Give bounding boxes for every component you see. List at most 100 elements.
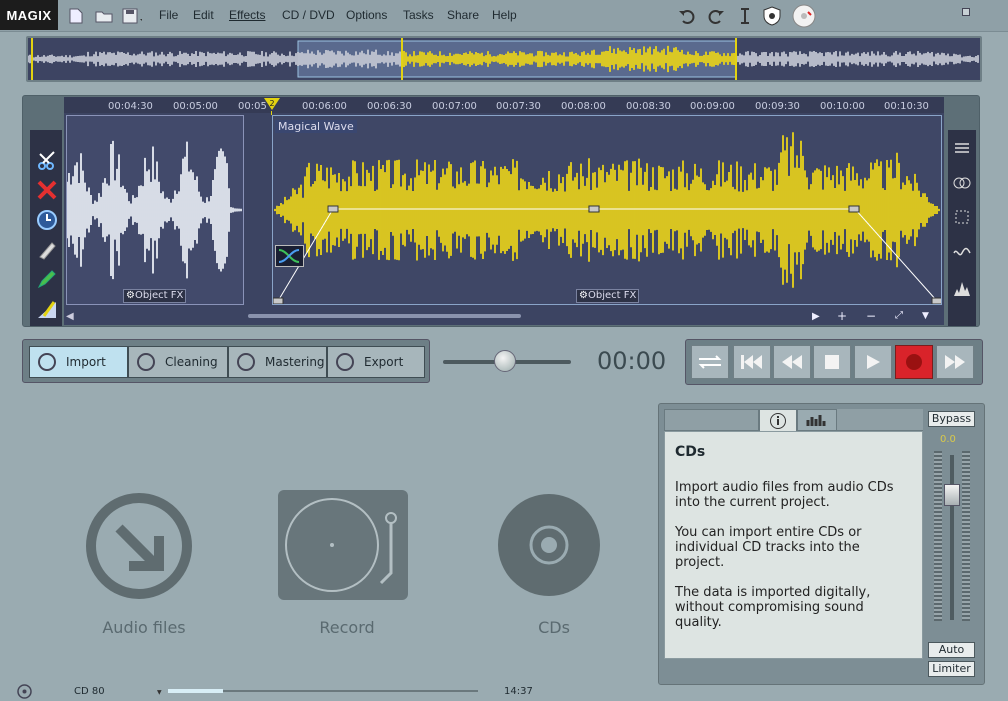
horizontal-scrollbar[interactable] — [248, 314, 521, 318]
eraser-icon[interactable] — [34, 237, 60, 263]
master-volume-fader[interactable] — [944, 484, 960, 506]
delete-icon[interactable] — [34, 177, 60, 203]
disc-info-icon[interactable] — [17, 684, 32, 699]
cds-label[interactable]: CDs — [494, 618, 614, 637]
crossfade-icon[interactable] — [951, 172, 973, 194]
info-paragraph: You can import entire CDs or individual … — [675, 525, 862, 570]
mastering-icon — [237, 353, 255, 371]
go-to-start-button[interactable] — [733, 345, 771, 379]
equalizer-tab[interactable] — [797, 409, 837, 431]
level-meter-left — [934, 451, 942, 621]
menu-cd-dvd[interactable]: CD / DVD — [282, 8, 335, 22]
cursor-icon[interactable] — [735, 6, 755, 26]
ruler-tick-label: 00:09:00 — [690, 101, 735, 112]
audio-files-label[interactable]: Audio files — [84, 618, 204, 637]
record-icon[interactable] — [278, 490, 408, 600]
tracks-icon[interactable] — [951, 137, 973, 159]
overview-waveform[interactable] — [26, 36, 982, 82]
zoom-in-icon[interactable]: + — [837, 309, 847, 323]
selection-icon[interactable] — [951, 206, 973, 228]
disc-capacity-fill — [168, 689, 223, 693]
clock-icon[interactable] — [34, 207, 60, 233]
envelope-handle — [327, 205, 339, 213]
undo-icon[interactable] — [677, 6, 697, 26]
disc-burn-icon[interactable] — [792, 4, 816, 28]
tab-export[interactable]: Export — [327, 346, 425, 378]
ruler-tick-label: 00:08:30 — [626, 101, 671, 112]
info-tab[interactable] — [759, 409, 797, 431]
spectrum-icon[interactable] — [951, 278, 973, 300]
equalizer-icon — [806, 415, 826, 426]
open-folder-icon[interactable] — [94, 6, 114, 26]
info-paragraph: Import audio files from audio CDs into t… — [675, 480, 894, 510]
save-icon[interactable] — [122, 6, 142, 26]
total-duration: 14:37 — [504, 686, 533, 697]
object-title: Magical Wave — [275, 120, 357, 133]
scroll-right-icon[interactable]: ▶ — [812, 311, 820, 322]
fast-forward-button[interactable] — [936, 345, 974, 379]
record-button[interactable] — [895, 345, 933, 379]
bypass-button[interactable]: Bypass — [928, 411, 975, 427]
tab-cleaning[interactable]: Cleaning — [128, 346, 228, 378]
level-value: 0.0 — [940, 434, 956, 445]
marker-2[interactable]: 2 — [263, 97, 281, 111]
info-title: CDs — [675, 444, 706, 460]
new-file-icon[interactable] — [66, 6, 86, 26]
volume-draw-icon[interactable] — [34, 296, 60, 322]
record-label[interactable]: Record — [287, 618, 407, 637]
envelope-handle — [848, 205, 860, 213]
menu-file[interactable]: File — [159, 8, 178, 22]
rewind-button[interactable] — [773, 345, 811, 379]
tab-mastering[interactable]: Mastering — [228, 346, 327, 378]
redo-icon[interactable] — [706, 6, 726, 26]
zoom-menu-icon[interactable]: ▼ — [922, 311, 929, 321]
tab-import[interactable]: Import — [29, 346, 128, 378]
audio-files-icon[interactable] — [85, 492, 193, 600]
ruler-tick-label: 00:06:30 — [367, 101, 412, 112]
limiter-button[interactable]: Limiter — [928, 661, 975, 677]
fade-curve-icon[interactable] — [275, 245, 304, 267]
menu-share[interactable]: Share — [447, 8, 479, 22]
audio-object-previous[interactable] — [66, 115, 244, 305]
disc-type-label: CD 80 — [74, 686, 105, 697]
draw-icon[interactable] — [34, 266, 60, 292]
magix-logo[interactable]: MAGIX — [0, 0, 58, 30]
disc-type-dropdown-icon[interactable]: ▼ — [157, 689, 162, 696]
scroll-left-icon[interactable]: ◀ — [66, 311, 76, 322]
position-slider-knob[interactable] — [494, 350, 516, 372]
envelope-handle — [931, 297, 941, 304]
import-icon — [38, 353, 56, 371]
scissors-icon[interactable] — [34, 147, 60, 173]
info-tab-blank[interactable] — [664, 409, 759, 431]
svg-text:2: 2 — [269, 99, 274, 108]
ruler-tick-label: 00:05:00 — [173, 101, 218, 112]
zoom-out-icon[interactable]: − — [866, 309, 876, 323]
audio-object-magical-wave[interactable] — [272, 115, 942, 305]
window-restore-icon[interactable] — [962, 8, 970, 16]
cleaning-icon — [137, 353, 155, 371]
info-icon — [770, 412, 786, 429]
menu-help[interactable]: Help — [492, 8, 517, 22]
envelope-handle — [588, 205, 600, 213]
time-display: 00:00 — [597, 347, 667, 375]
envelope-icon[interactable] — [951, 242, 973, 264]
stop-button[interactable] — [813, 345, 851, 379]
shield-settings-icon[interactable] — [762, 6, 782, 26]
master-volume-track[interactable] — [950, 455, 954, 620]
info-panel: CDs Import audio files from audio CDs in… — [664, 431, 923, 659]
auto-button[interactable]: Auto — [928, 642, 975, 658]
loop-button[interactable] — [691, 345, 729, 379]
menu-effects[interactable]: Effects — [229, 8, 265, 22]
menu-edit[interactable]: Edit — [193, 8, 214, 22]
play-button[interactable] — [854, 345, 892, 379]
cds-icon[interactable] — [496, 492, 602, 598]
ruler-tick-label: 00:04:30 — [108, 101, 153, 112]
ruler-tick-label: 00:06:00 — [302, 101, 347, 112]
object-fx-button[interactable]: ⚙Object FX — [123, 289, 187, 303]
menu-tasks[interactable]: Tasks — [403, 8, 434, 22]
object-fx-button[interactable]: ⚙Object FX — [576, 289, 640, 303]
ruler-tick-label: 00:08:00 — [561, 101, 606, 112]
zoom-fit-icon[interactable]: ⤢ — [895, 310, 903, 321]
ruler-tick-label: 00:10:00 — [820, 101, 865, 112]
menu-options[interactable]: Options — [346, 8, 387, 22]
